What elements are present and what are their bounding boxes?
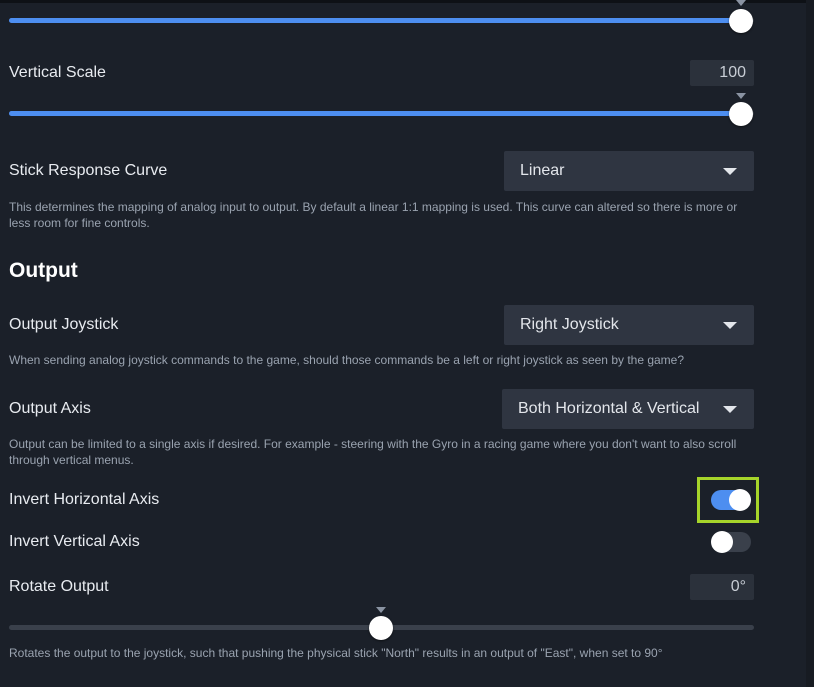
slider-knob[interactable]: [729, 9, 753, 33]
horizontal-scale-slider[interactable]: [9, 0, 754, 33]
chevron-down-icon: [723, 322, 737, 329]
invert-vertical-axis-toggle[interactable]: [711, 531, 751, 553]
vertical-scale-slider[interactable]: [9, 93, 754, 126]
rotate-output-label: Rotate Output: [9, 578, 109, 595]
stick-response-curve-description: This determines the mapping of analog in…: [9, 200, 738, 230]
slider-knob[interactable]: [729, 102, 753, 126]
slider-knob[interactable]: [369, 616, 393, 640]
output-axis-description: Output can be limited to a single axis i…: [9, 437, 737, 467]
slider-notch: [376, 607, 386, 613]
output-axis-dropdown[interactable]: Both Horizontal & Vertical: [502, 389, 754, 429]
output-joystick-dropdown[interactable]: Right Joystick: [504, 305, 754, 345]
dropdown-value: Both Horizontal & Vertical: [518, 400, 700, 417]
output-axis-label: Output Axis: [9, 400, 91, 417]
rotate-output-slider[interactable]: [9, 607, 754, 640]
section-heading-output: Output: [9, 259, 78, 282]
invert-horizontal-axis-label: Invert Horizontal Axis: [9, 491, 160, 508]
rotate-output-description: Rotates the output to the joystick, such…: [9, 646, 663, 660]
slider-fill: [9, 18, 741, 23]
slider-notch: [736, 93, 746, 99]
scrollbar-gutter: [806, 0, 814, 687]
top-edge: [0, 0, 814, 3]
stick-response-curve-label: Stick Response Curve: [9, 162, 168, 179]
chevron-down-icon: [723, 168, 737, 175]
highlight-box: [697, 477, 759, 523]
dropdown-value: Right Joystick: [520, 316, 619, 333]
dropdown-value: Linear: [520, 162, 565, 179]
vertical-scale-value[interactable]: 100: [690, 60, 754, 86]
slider-fill: [9, 111, 741, 116]
output-joystick-description: When sending analog joystick commands to…: [9, 353, 685, 367]
slider-notch: [736, 0, 746, 6]
vertical-scale-label: Vertical Scale: [9, 64, 106, 81]
rotate-output-value[interactable]: 0°: [690, 574, 754, 600]
toggle-knob: [711, 531, 733, 553]
stick-response-curve-dropdown[interactable]: Linear: [504, 151, 754, 191]
output-joystick-label: Output Joystick: [9, 316, 119, 333]
chevron-down-icon: [723, 406, 737, 413]
invert-vertical-axis-label: Invert Vertical Axis: [9, 533, 140, 550]
